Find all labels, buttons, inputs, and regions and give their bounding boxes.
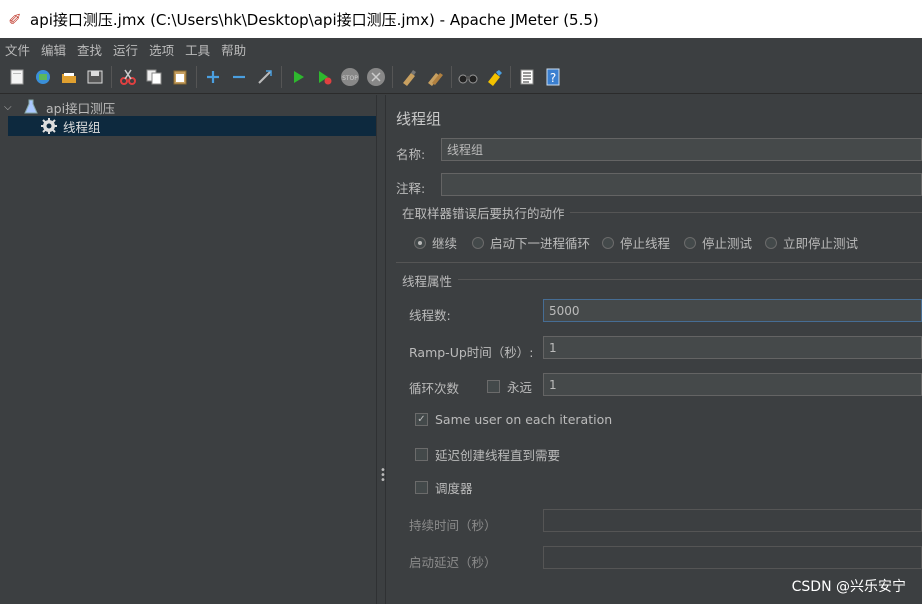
- duration-label: 持续时间（秒）: [409, 518, 497, 533]
- function-helper-icon[interactable]: [516, 66, 537, 87]
- beaker-icon: [24, 99, 40, 115]
- comment-field[interactable]: [441, 173, 922, 196]
- menu-run[interactable]: 运行: [108, 40, 144, 59]
- stop-icon[interactable]: STOP: [339, 66, 360, 87]
- tree-node-test-plan[interactable]: ⌵ api接口测压: [4, 97, 115, 117]
- toolbar-separator: [392, 65, 393, 88]
- cut-icon[interactable]: [117, 66, 138, 87]
- menu-options[interactable]: 选项: [144, 40, 180, 59]
- threads-label: 线程数:: [409, 308, 451, 323]
- radio-label: 立即停止测试: [783, 236, 859, 251]
- loop-label: 循环次数: [409, 381, 460, 396]
- toolbar-separator: [281, 65, 282, 88]
- delay-thread-creation-checkbox[interactable]: 延迟创建线程直到需要: [415, 445, 560, 464]
- scheduler-checkbox[interactable]: 调度器: [415, 478, 473, 497]
- menu-tools[interactable]: 工具: [180, 40, 216, 59]
- toolbar-separator: [451, 65, 452, 88]
- error-action-title: 在取样器错误后要执行的动作: [402, 206, 565, 221]
- radio-button[interactable]: [472, 236, 484, 249]
- thread-group-panel: 线程组 名称: 注释: 在取样器错误后要执行的动作 继续 启动下一进程循环 停止…: [386, 95, 922, 604]
- start-no-pause-icon[interactable]: [313, 66, 334, 87]
- threads-field[interactable]: [543, 299, 922, 322]
- rampup-field[interactable]: [543, 336, 922, 359]
- checkbox-label: 永远: [507, 380, 533, 395]
- tree-node-label: api接口测压: [46, 100, 116, 116]
- tree-node-thread-group[interactable]: 线程组: [8, 116, 376, 136]
- radio-button[interactable]: [765, 236, 777, 249]
- menu-file[interactable]: 文件: [0, 40, 36, 59]
- checkbox-box[interactable]: [487, 380, 500, 393]
- radio-label: 启动下一进程循环: [490, 236, 591, 251]
- toolbar-separator: [111, 65, 112, 88]
- radio-label: 继续: [432, 236, 458, 251]
- expand-icon[interactable]: [202, 66, 223, 87]
- save-icon[interactable]: [84, 66, 105, 87]
- name-label: 名称:: [396, 147, 426, 162]
- clear-icon[interactable]: [398, 66, 419, 87]
- checkbox-label: 延迟创建线程直到需要: [435, 448, 561, 463]
- radio-button[interactable]: [602, 236, 614, 249]
- group-divider: [570, 212, 922, 213]
- start-icon[interactable]: [287, 66, 308, 87]
- group-divider: [396, 262, 922, 263]
- test-plan-tree: ⌵ api接口测压 线程组: [0, 95, 376, 604]
- thread-props-title: 线程属性: [402, 274, 453, 289]
- chevron-down-icon[interactable]: ⌵: [4, 102, 18, 113]
- window-title: api接口测压.jmx (C:\Users\hk\Desktop\api接口测压…: [30, 10, 599, 29]
- shutdown-icon[interactable]: [365, 66, 386, 87]
- radio-button[interactable]: [414, 236, 426, 249]
- duration-field[interactable]: [543, 509, 922, 532]
- startup-delay-label: 启动延迟（秒）: [409, 555, 497, 570]
- radio-continue[interactable]: 继续: [414, 233, 457, 252]
- rampup-label: Ramp-Up时间（秒）:: [409, 345, 534, 360]
- svg-text:STOP: STOP: [342, 75, 358, 82]
- checkbox-box[interactable]: [415, 448, 428, 461]
- clear-all-icon[interactable]: [424, 66, 445, 87]
- name-field[interactable]: [441, 138, 922, 161]
- new-icon[interactable]: [6, 66, 27, 87]
- menu-search[interactable]: 查找: [72, 40, 108, 59]
- comment-label: 注释:: [396, 181, 426, 196]
- radio-button[interactable]: [684, 236, 696, 249]
- panel-title: 线程组: [396, 110, 442, 128]
- menu-edit[interactable]: 编辑: [36, 40, 72, 59]
- help-icon[interactable]: ?: [542, 66, 563, 87]
- checkbox-label: 调度器: [435, 481, 473, 496]
- templates-icon[interactable]: [32, 66, 53, 87]
- group-divider: [458, 279, 922, 280]
- reset-search-icon[interactable]: [483, 66, 504, 87]
- svg-text:?: ?: [549, 71, 555, 85]
- panel-splitter[interactable]: • • •: [376, 95, 386, 604]
- watermark: CSDN @兴乐安宁: [791, 579, 906, 595]
- same-user-checkbox[interactable]: ✓ Same user on each iteration: [415, 412, 612, 427]
- window-title-bar: ✐ api接口测压.jmx (C:\Users\hk\Desktop\api接口…: [0, 0, 922, 38]
- toolbar: STOP ?: [0, 60, 922, 94]
- radio-start-next-loop[interactable]: 启动下一进程循环: [472, 233, 590, 252]
- search-icon[interactable]: [457, 66, 478, 87]
- toggle-icon[interactable]: [254, 66, 275, 87]
- radio-stop-thread[interactable]: 停止线程: [602, 233, 670, 252]
- jmeter-feather-icon: ✐: [8, 9, 22, 29]
- toolbar-separator: [510, 65, 511, 88]
- checkmark-icon[interactable]: ✓: [415, 413, 428, 426]
- paste-icon[interactable]: [169, 66, 190, 87]
- toolbar-separator: [196, 65, 197, 88]
- loop-count-field[interactable]: [543, 373, 922, 396]
- checkbox-box[interactable]: [415, 481, 428, 494]
- startup-delay-field[interactable]: [543, 546, 922, 569]
- checkbox-label: Same user on each iteration: [435, 412, 613, 427]
- open-icon[interactable]: [58, 66, 79, 87]
- gear-icon: [40, 117, 58, 135]
- menu-help[interactable]: 帮助: [216, 40, 252, 59]
- radio-label: 停止测试: [702, 236, 753, 251]
- copy-icon[interactable]: [143, 66, 164, 87]
- collapse-icon[interactable]: [228, 66, 249, 87]
- radio-stop-test-now[interactable]: 立即停止测试: [765, 233, 858, 252]
- menu-bar: 文件 编辑 查找 运行 选项 工具 帮助: [0, 38, 922, 60]
- forever-checkbox[interactable]: 永远: [487, 377, 532, 396]
- radio-stop-test[interactable]: 停止测试: [684, 233, 752, 252]
- radio-label: 停止线程: [620, 236, 671, 251]
- tree-node-label: 线程组: [63, 119, 101, 135]
